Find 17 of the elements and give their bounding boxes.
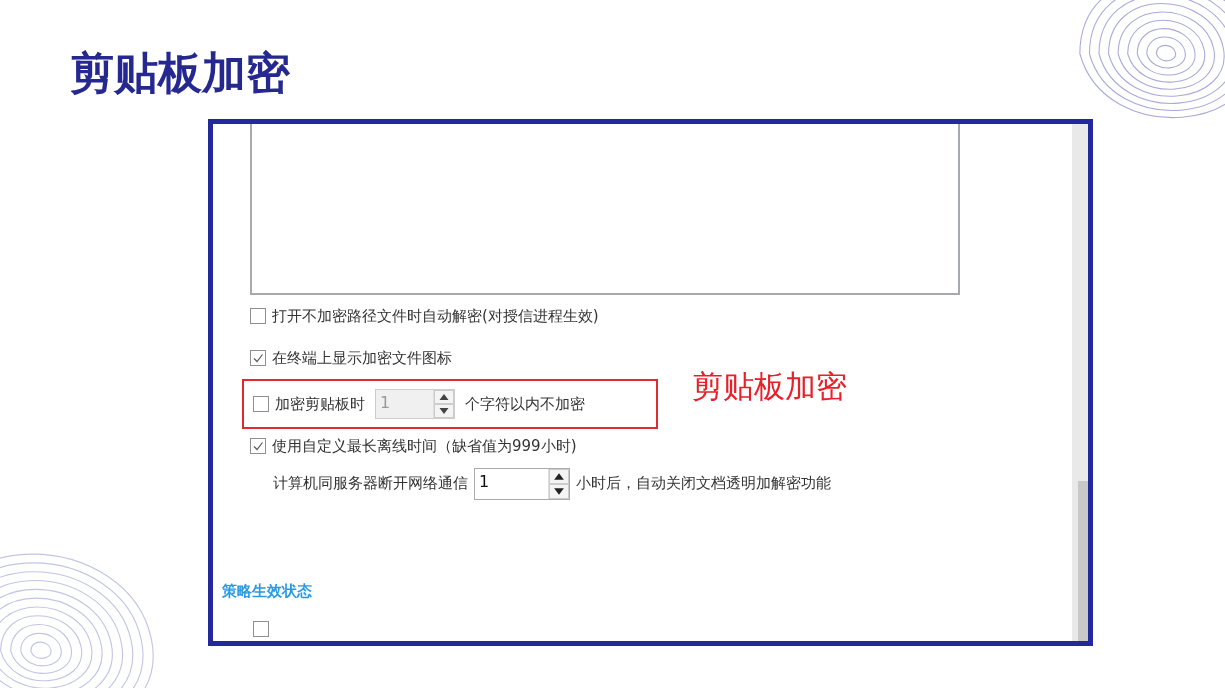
option-label: 个字符以内不加密 [465, 394, 585, 414]
option-label: 计算机同服务器断开网络通信 [273, 474, 468, 494]
scroll-thumb[interactable] [1078, 481, 1088, 641]
option-label: 使用自定义最长离线时间（缺省值为999小时) [272, 436, 577, 456]
scrollbar[interactable] [1072, 124, 1088, 641]
checkbox[interactable] [250, 308, 266, 325]
option-label: 在终端上显示加密文件图标 [272, 348, 452, 368]
checkbox[interactable] [250, 350, 266, 367]
section-heading: 策略生效状态 [222, 582, 313, 601]
option-label: 小时后，自动关闭文档透明加解密功能 [576, 474, 831, 494]
number-spinner[interactable]: 1 [474, 467, 570, 500]
checkbox[interactable] [253, 621, 269, 637]
option-label: 打开不加密路径文件时自动解密(对授信进程生效) [272, 306, 599, 326]
annotation-label: 剪贴板加密 [692, 367, 847, 407]
checkbox[interactable] [250, 438, 266, 455]
option-label: 加密剪贴板时 [275, 394, 365, 414]
slide-title: 剪贴板加密 [70, 47, 290, 100]
